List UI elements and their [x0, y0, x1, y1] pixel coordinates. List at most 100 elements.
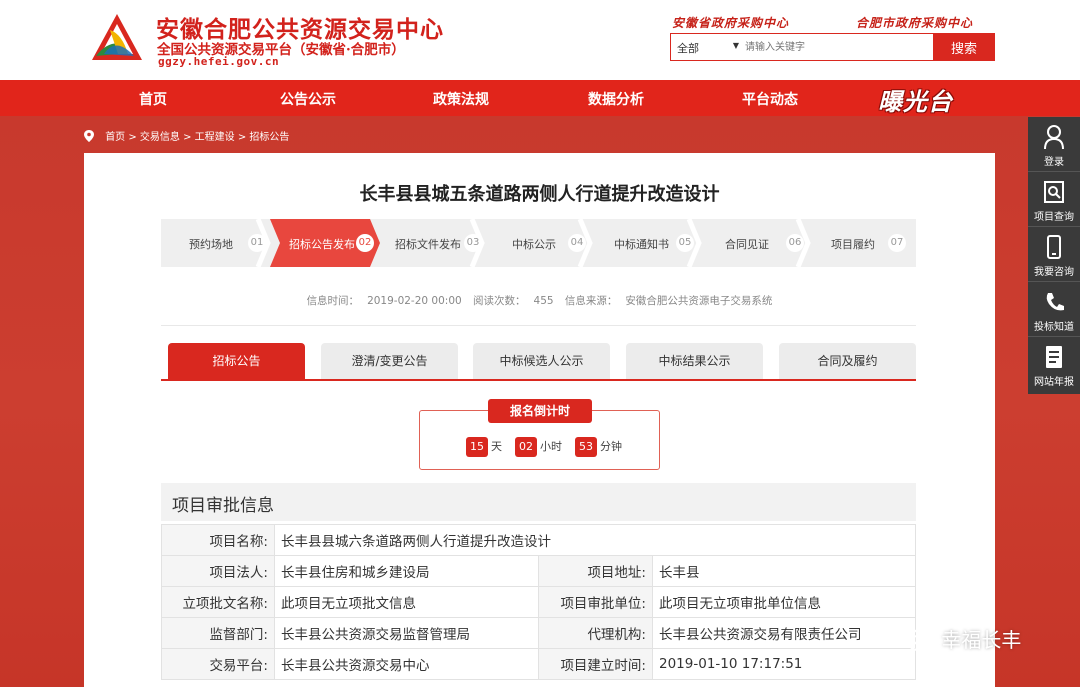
float-label: 网站年报	[1034, 377, 1074, 388]
tab-contract[interactable]: 合同及履约	[779, 343, 916, 379]
step-number: 04	[568, 234, 586, 252]
breadcrumb-text[interactable]: 首页 > 交易信息 > 工程建设 > 招标公告	[105, 132, 289, 143]
tab-tender-announcement[interactable]: 招标公告	[168, 343, 305, 379]
table-row: 项目名称: 长丰县县城六条道路两侧人行道提升改造设计	[161, 524, 916, 556]
step-label: 中标通知书	[614, 238, 669, 251]
search-button[interactable]: 搜索	[933, 33, 995, 61]
meta-time-value: 2019-02-20 00:00	[367, 295, 462, 307]
step-tender-announcement[interactable]: 招标公告发布 02	[270, 219, 380, 267]
breadcrumb: 首页 > 交易信息 > 工程建设 > 招标公告	[84, 128, 289, 143]
created-time-value: 2019-01-10 17:17:51	[652, 648, 916, 680]
site-url: ggzy.hefei.gov.cn	[158, 55, 280, 68]
project-address-value: 长丰县	[652, 555, 916, 587]
registration-countdown: 报名倒计时 15 天 02 小时 53 分钟	[419, 399, 660, 470]
caret-down-icon: ▼	[732, 41, 739, 50]
step-tender-documents[interactable]: 招标文件发布 03	[382, 219, 482, 267]
watermark-text: 幸福长丰	[941, 628, 1022, 652]
countdown-title: 报名倒计时	[488, 399, 592, 423]
step-number: 01	[248, 234, 266, 252]
table-row: 交易平台: 长丰县公共资源交易中心 项目建立时间: 2019-01-10 17:…	[161, 648, 916, 680]
exposure-platform-logo[interactable]: 曝光台	[878, 82, 953, 117]
step-award-notice[interactable]: 中标通知书 05	[592, 219, 699, 267]
step-number: 02	[356, 234, 374, 252]
user-icon	[1044, 125, 1064, 150]
table-row: 监督部门: 长丰县公共资源交易监督管理局 代理机构: 长丰县公共资源交易有限责任…	[161, 617, 916, 649]
step-contract-witness[interactable]: 合同见证 06	[701, 219, 808, 267]
nav-item-home[interactable]: 首页	[139, 89, 167, 109]
countdown-days: 15	[466, 437, 488, 457]
tab-clarification[interactable]: 澄清/变更公告	[321, 343, 458, 379]
section-title: 项目审批信息	[161, 483, 916, 521]
supervisor-value: 长丰县公共资源交易监督管理局	[274, 617, 539, 649]
tab-candidates[interactable]: 中标候选人公示	[473, 343, 610, 379]
countdown-minutes: 53	[575, 437, 597, 457]
site-header: 安徽合肥公共资源交易中心 全国公共资源交易平台（安徽省·合肥市） ggzy.he…	[0, 0, 1080, 80]
step-number: 05	[676, 234, 694, 252]
approval-doc-value: 此项目无立项批文信息	[274, 586, 539, 618]
page-title: 长丰县县城五条道路两侧人行道提升改造设计	[359, 184, 720, 205]
table-row: 立项批文名称: 此项目无立项批文信息 项目审批单位: 此项目无立项审批单位信息	[161, 586, 916, 618]
project-name-value: 长丰县县城六条道路两侧人行道提升改造设计	[274, 524, 916, 556]
countdown-hours-unit: 小时	[540, 440, 562, 453]
step-label: 招标公告发布	[289, 238, 355, 251]
float-bid-guide[interactable]: 投标知道	[1028, 282, 1080, 337]
step-label: 预约场地	[189, 238, 233, 251]
divider	[161, 325, 916, 326]
countdown-days-unit: 天	[491, 440, 502, 453]
table-row: 项目法人: 长丰县住房和城乡建设局 项目地址: 长丰县	[161, 555, 916, 587]
search-icon	[1044, 181, 1064, 203]
search-category-select[interactable]: 全部 ▼	[671, 34, 743, 60]
nav-item-announcements[interactable]: 公告公示	[280, 89, 336, 109]
progress-steps: 预约场地 01 招标公告发布 02 招标文件发布 03 中标公示 04 中标通知…	[161, 219, 916, 267]
float-consult[interactable]: 我要咨询	[1028, 227, 1080, 282]
mobile-phone-icon	[1047, 235, 1061, 259]
project-legal-value: 长丰县住房和城乡建设局	[274, 555, 539, 587]
detail-panel: 长丰县县城五条道路两侧人行道提升改造设计 预约场地 01 招标公告发布 02 招…	[84, 153, 995, 687]
wechat-watermark: 幸福长丰	[897, 624, 1021, 653]
top-link-province-procurement[interactable]: 安徽省政府采购中心	[672, 14, 789, 31]
platform-value: 长丰县公共资源交易中心	[274, 648, 539, 680]
step-label: 招标文件发布	[395, 238, 461, 251]
step-project-performance[interactable]: 项目履约 07	[810, 219, 916, 267]
supervisor-label: 监督部门:	[161, 617, 275, 649]
float-label: 登录	[1044, 157, 1064, 168]
float-annual-report[interactable]: 网站年报	[1028, 337, 1080, 392]
search-input[interactable]	[745, 37, 925, 57]
float-project-query[interactable]: 项目查询	[1028, 172, 1080, 227]
float-login[interactable]: 登录	[1028, 117, 1080, 172]
approval-unit-value: 此项目无立项审批单位信息	[652, 586, 916, 618]
step-reserve-venue[interactable]: 预约场地 01	[161, 219, 268, 267]
right-float-bar: 登录 项目查询 我要咨询 投标知道 网站年报	[1028, 117, 1080, 394]
project-name-label: 项目名称:	[161, 524, 275, 556]
top-link-city-procurement[interactable]: 合肥市政府采购中心	[856, 14, 973, 31]
location-pin-icon	[84, 130, 94, 142]
float-label: 我要咨询	[1034, 267, 1074, 278]
step-number: 03	[464, 234, 482, 252]
approval-unit-label: 项目审批单位:	[538, 586, 653, 618]
nav-item-data-analysis[interactable]: 数据分析	[588, 89, 644, 109]
info-meta: 信息时间： 2019-02-20 00:00 阅读次数： 455 信息来源： 安徽合肥…	[84, 293, 995, 308]
nav-item-platform-news[interactable]: 平台动态	[742, 89, 798, 109]
float-label: 项目查询	[1034, 212, 1074, 223]
site-logo-icon[interactable]	[88, 10, 146, 68]
step-label: 项目履约	[831, 238, 875, 251]
announcement-tabs: 招标公告 澄清/变更公告 中标候选人公示 中标结果公示 合同及履约	[161, 343, 916, 381]
step-number: 06	[786, 234, 804, 252]
step-label: 合同见证	[725, 238, 769, 251]
step-label: 中标公示	[512, 238, 556, 251]
step-winning-publicity[interactable]: 中标公示 04	[484, 219, 590, 267]
agent-value: 长丰县公共资源交易有限责任公司	[652, 617, 916, 649]
meta-views-label: 阅读次数：	[473, 295, 526, 307]
tab-result[interactable]: 中标结果公示	[626, 343, 763, 379]
project-address-label: 项目地址:	[538, 555, 653, 587]
project-legal-label: 项目法人:	[161, 555, 275, 587]
wechat-icon	[898, 628, 928, 651]
report-document-icon	[1046, 346, 1062, 368]
meta-views-value: 455	[533, 295, 554, 307]
step-number: 07	[888, 234, 906, 252]
platform-label: 交易平台:	[161, 648, 275, 680]
created-time-label: 项目建立时间:	[538, 648, 653, 680]
meta-time-label: 信息时间：	[306, 295, 360, 307]
search-bar: 全部 ▼ 搜索	[670, 33, 995, 61]
nav-item-policies[interactable]: 政策法规	[433, 89, 489, 109]
